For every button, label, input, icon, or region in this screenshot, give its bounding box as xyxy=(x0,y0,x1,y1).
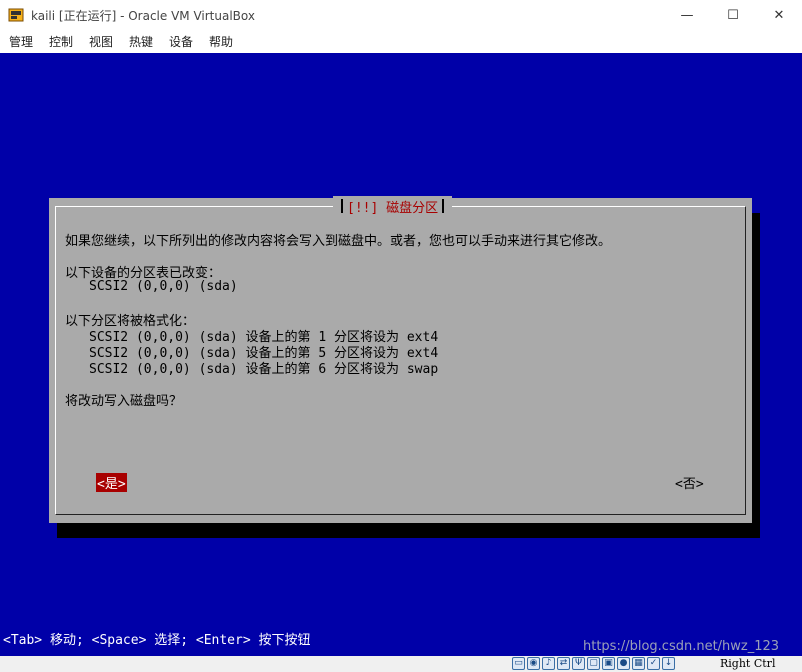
close-button[interactable]: ✕ xyxy=(756,0,802,30)
menu-item-control[interactable]: 控制 xyxy=(49,33,73,50)
menu-item-hotkey[interactable]: 热键 xyxy=(129,33,153,50)
title-right-edge xyxy=(442,199,445,213)
watermark-text: https://blog.csdn.net/hwz_123 xyxy=(583,639,780,654)
menu-item-view[interactable]: 视图 xyxy=(89,33,113,50)
minimize-button[interactable]: — xyxy=(664,0,710,30)
mouse-integration-icon[interactable]: ✓ xyxy=(647,657,660,670)
window-title: kaili [正在运行] - Oracle VM VirtualBox xyxy=(31,9,255,23)
audio-icon[interactable]: ♪ xyxy=(542,657,555,670)
shared-folder-icon[interactable]: ▢ xyxy=(587,657,600,670)
cpu-icon[interactable]: ▦ xyxy=(632,657,645,670)
usb-icon[interactable]: Ψ xyxy=(572,657,585,670)
display-icon[interactable]: ▣ xyxy=(602,657,615,670)
arrow-down-icon[interactable]: ↓ xyxy=(662,657,675,670)
menu-item-devices[interactable]: 设备 xyxy=(169,33,193,50)
format-line: SCSI2 (0,0,0) (sda) 设备上的第 6 分区将设为 swap xyxy=(89,362,439,377)
dialog-title: [!!] 磁盘分区 xyxy=(347,200,439,216)
virtualbox-app-icon xyxy=(8,8,24,22)
write-question: 将改动写入磁盘吗？ xyxy=(65,394,183,409)
optical-icon[interactable]: ◉ xyxy=(527,657,540,670)
partition-table-device: SCSI2 (0,0,0) (sda) xyxy=(89,279,238,294)
hdd-icon[interactable]: ▭ xyxy=(512,657,525,670)
maximize-button[interactable]: ☐ xyxy=(710,0,756,30)
vm-display[interactable]: [!!] 磁盘分区 如果您继续，以下所列出的修改内容将会写入到磁盘中。或者，您也… xyxy=(0,53,802,656)
network-icon[interactable]: ⇄ xyxy=(557,657,570,670)
status-icons: ▭ ◉ ♪ ⇄ Ψ ▢ ▣ ● ▦ ✓ ↓ xyxy=(512,657,675,670)
host-key-label: Right Ctrl xyxy=(720,657,776,670)
menu-item-help[interactable]: 帮助 xyxy=(209,33,233,50)
menu-item-manage[interactable]: 管理 xyxy=(9,33,33,50)
window-titlebar: kaili [正在运行] - Oracle VM VirtualBox — ☐ … xyxy=(0,0,802,31)
dialog-title-bar: [!!] 磁盘分区 xyxy=(333,196,453,216)
menu-bar: 管理 控制 视图 热键 设备 帮助 xyxy=(0,30,802,52)
partition-dialog: [!!] 磁盘分区 如果您继续，以下所列出的修改内容将会写入到磁盘中。或者，您也… xyxy=(49,196,752,523)
yes-button[interactable]: <是> xyxy=(96,473,127,492)
keyboard-help-line: <Tab> 移动; <Space> 选择; <Enter> 按下按钮 xyxy=(3,633,311,648)
title-left-edge xyxy=(341,199,343,213)
no-button[interactable]: <否> xyxy=(675,473,704,492)
recording-icon[interactable]: ● xyxy=(617,657,630,670)
dialog-intro-text: 如果您继续，以下所列出的修改内容将会写入到磁盘中。或者，您也可以手动来进行其它修… xyxy=(65,234,612,249)
status-bar: ▭ ◉ ♪ ⇄ Ψ ▢ ▣ ● ▦ ✓ ↓ Right Ctrl xyxy=(0,656,802,672)
